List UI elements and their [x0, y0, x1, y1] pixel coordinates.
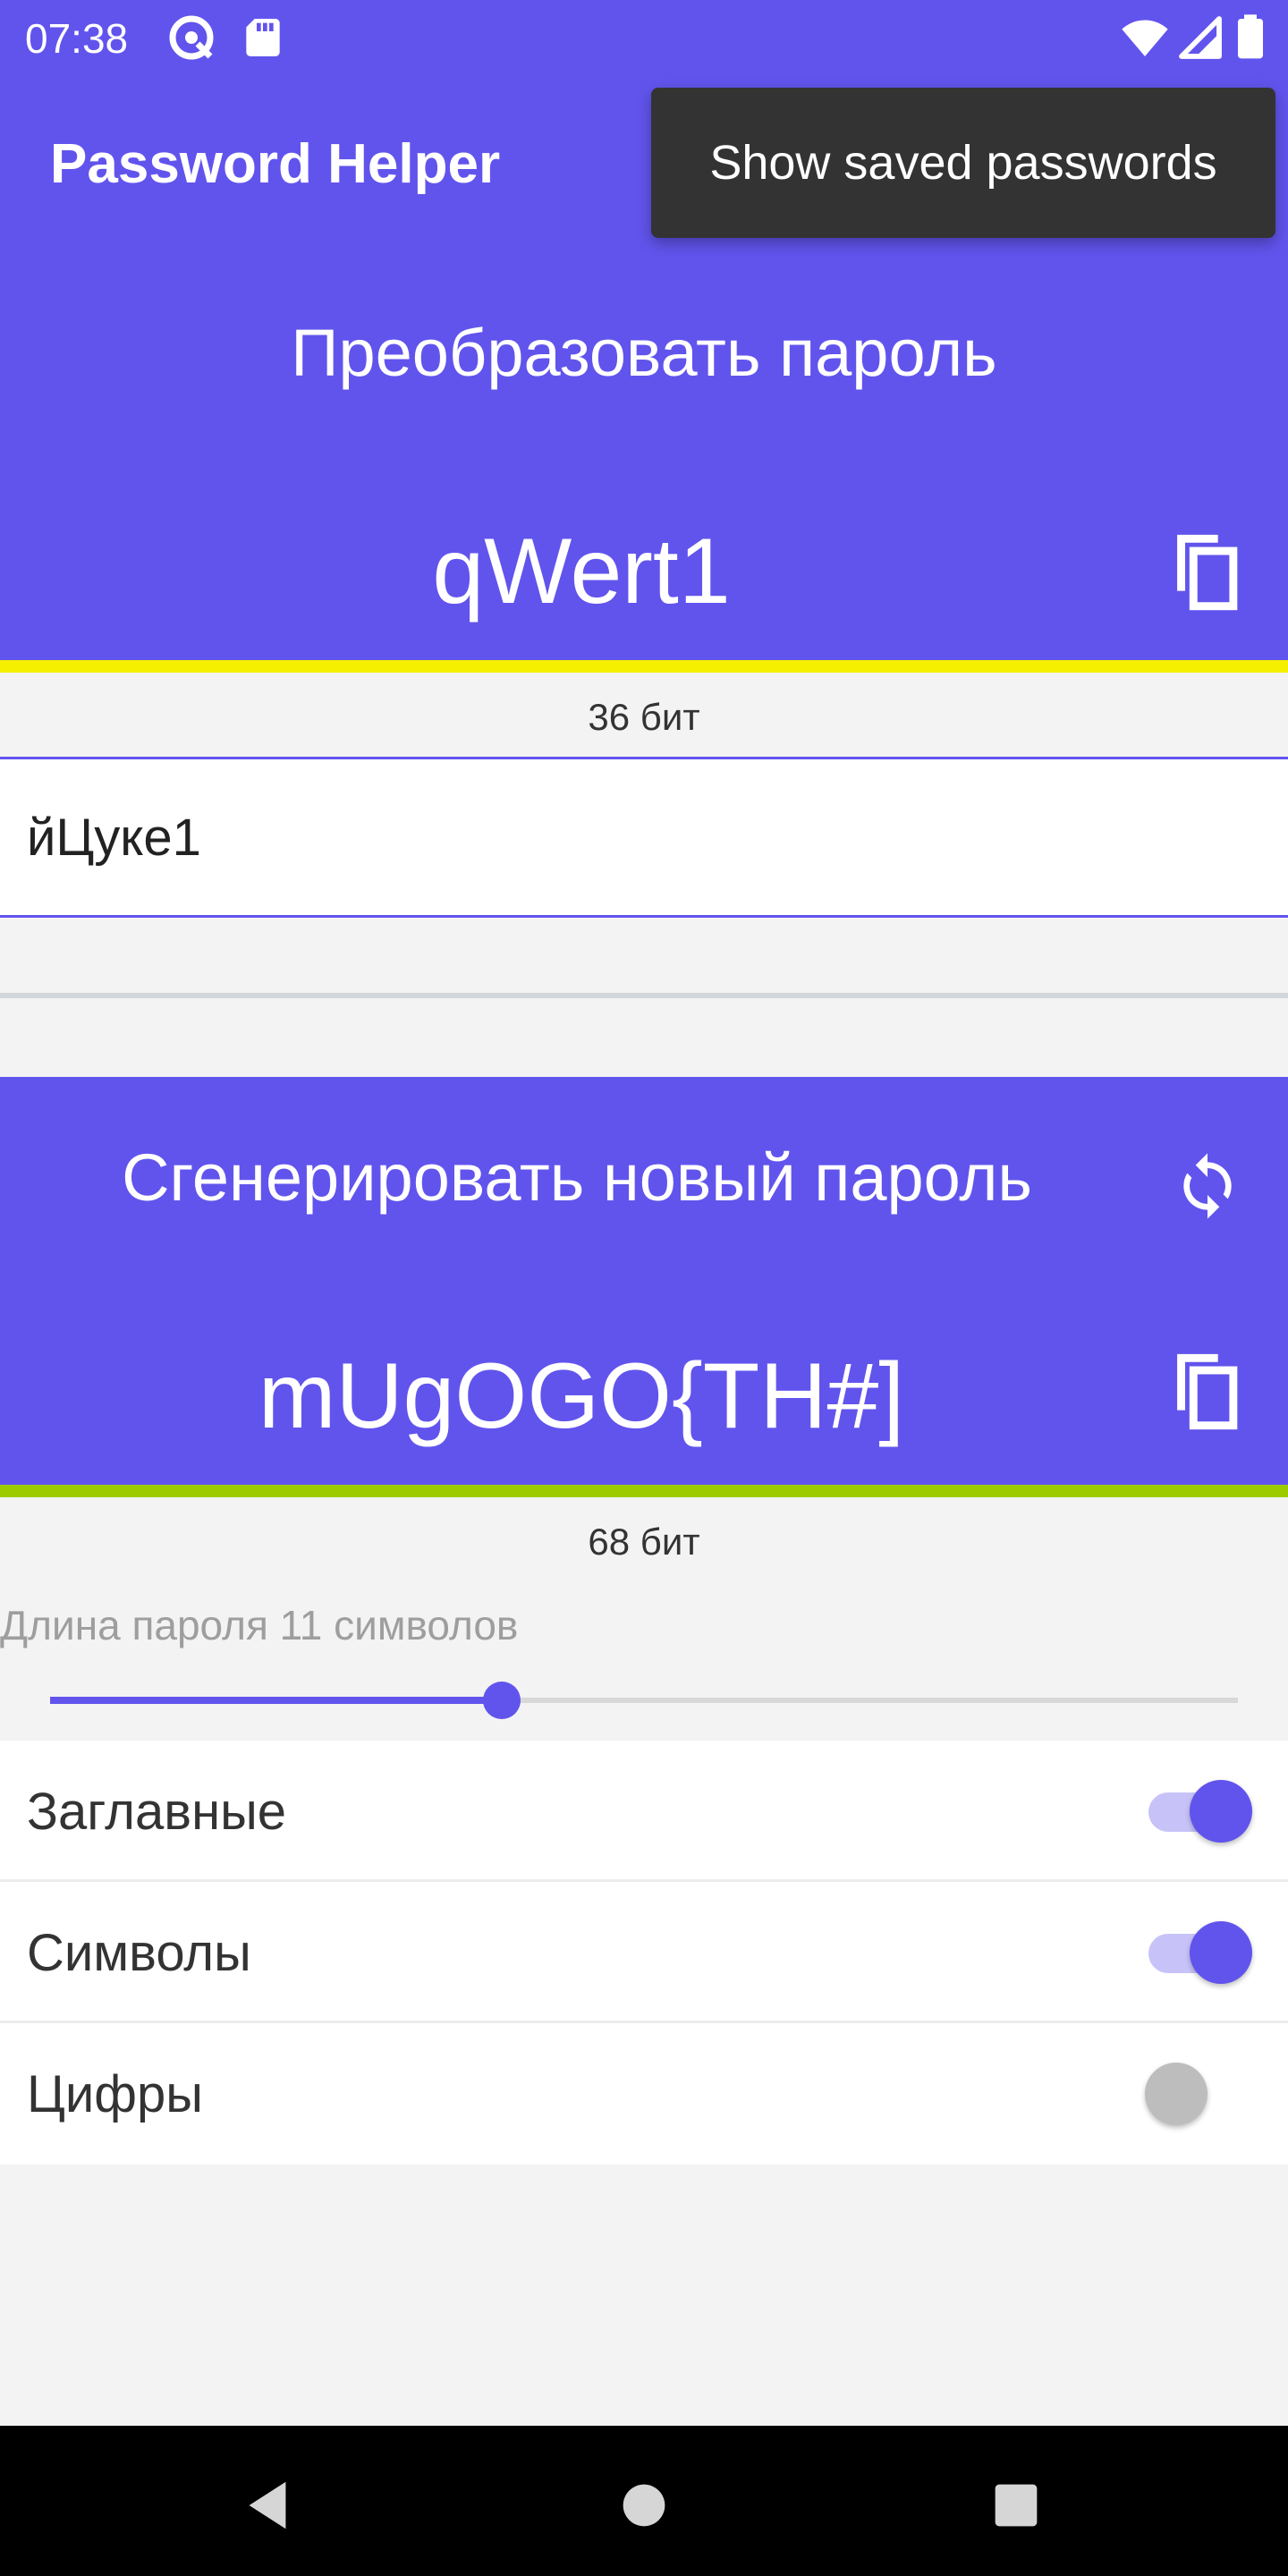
option-label: Заглавные — [27, 1783, 287, 1841]
app-title: Password Helper — [50, 133, 501, 195]
generate-bits: 68 бит — [588, 1521, 700, 1563]
home-icon[interactable] — [613, 2474, 675, 2537]
generate-panel: Сгенерировать новый пароль mUgOGO{TH#] — [0, 1077, 1288, 1485]
toast-message: Show saved passwords — [651, 88, 1275, 238]
converted-password: qWert1 — [432, 520, 731, 623]
options-list: Заглавные Символы Цифры — [0, 1741, 1288, 2165]
convert-strength-bar — [0, 660, 1288, 673]
at-sign-icon — [169, 15, 214, 60]
toggle-thumb — [1190, 1921, 1252, 1984]
signal-icon — [1179, 16, 1222, 59]
option-label: Символы — [27, 1924, 251, 1982]
convert-title[interactable]: Преобразовать пароль — [0, 315, 1288, 391]
recents-icon[interactable] — [985, 2474, 1047, 2537]
slider-fill — [50, 1697, 502, 1704]
copy-icon[interactable] — [1168, 1349, 1243, 1435]
digits-toggle[interactable] — [1145, 2063, 1252, 2125]
status-time: 07:38 — [25, 15, 129, 62]
sd-card-icon — [246, 19, 280, 56]
uppercase-toggle[interactable] — [1145, 1780, 1252, 1843]
option-digits[interactable]: Цифры — [0, 2023, 1288, 2165]
toggle-thumb — [1190, 1780, 1252, 1843]
option-uppercase[interactable]: Заглавные — [0, 1741, 1288, 1882]
option-label: Цифры — [27, 2065, 203, 2123]
back-icon[interactable] — [236, 2474, 299, 2537]
convert-bits: 36 бит — [588, 696, 700, 738]
copy-icon[interactable] — [1168, 530, 1243, 615]
generate-title[interactable]: Сгенерировать новый пароль — [0, 1140, 1154, 1216]
refresh-icon[interactable] — [1172, 1150, 1243, 1222]
status-bar: 07:38 — [0, 0, 1288, 77]
password-length-label: Длина пароля 11 символов — [0, 1602, 519, 1648]
generated-password: mUgOGO{TH#] — [258, 1344, 905, 1448]
convert-panel: Преобразовать пароль qWert1 — [0, 256, 1288, 660]
password-length-slider[interactable] — [50, 1673, 1238, 1726]
generate-strength-bar — [0, 1485, 1288, 1497]
toggle-thumb — [1145, 2063, 1208, 2125]
battery-icon — [1238, 14, 1263, 59]
app-bar: Password Helper Show saved passwords — [0, 77, 1288, 256]
section-divider — [0, 993, 1288, 998]
wifi-icon — [1122, 20, 1168, 56]
slider-thumb[interactable] — [482, 1682, 521, 1719]
symbols-toggle[interactable] — [1145, 1921, 1252, 1984]
navigation-bar — [0, 2426, 1288, 2576]
source-password-input[interactable]: йЦуке1 — [0, 757, 1288, 918]
option-symbols[interactable]: Символы — [0, 1882, 1288, 2023]
